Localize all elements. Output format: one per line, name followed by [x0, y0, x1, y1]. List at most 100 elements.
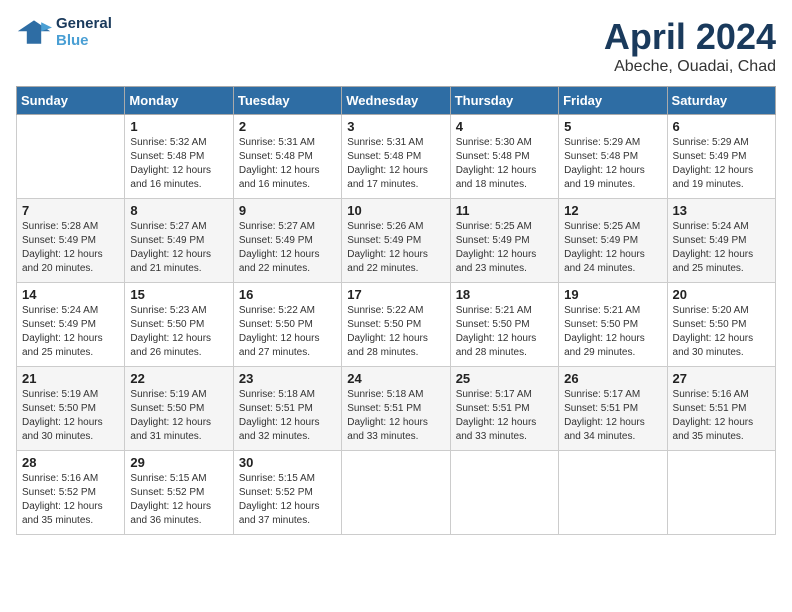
- day-info: Sunrise: 5:26 AM Sunset: 5:49 PM Dayligh…: [347, 220, 444, 276]
- day-number: 29: [130, 455, 227, 470]
- day-info: Sunrise: 5:32 AM Sunset: 5:48 PM Dayligh…: [130, 136, 227, 192]
- calendar-cell: 13 Sunrise: 5:24 AM Sunset: 5:49 PM Dayli…: [667, 199, 775, 283]
- day-info: Sunrise: 5:18 AM Sunset: 5:51 PM Dayligh…: [239, 388, 336, 444]
- calendar-cell: 15 Sunrise: 5:23 AM Sunset: 5:50 PM Dayli…: [125, 283, 233, 367]
- calendar-cell: 16 Sunrise: 5:22 AM Sunset: 5:50 PM Dayli…: [233, 283, 341, 367]
- calendar-week-2: 7Sunrise: 5:28 AM Sunset: 5:49 PM Daylig…: [17, 199, 776, 283]
- column-header-friday: Friday: [559, 87, 667, 115]
- day-info: Sunrise: 5:31 AM Sunset: 5:48 PM Dayligh…: [239, 136, 336, 192]
- calendar-cell: [450, 451, 558, 535]
- day-info: Sunrise: 5:29 AM Sunset: 5:48 PM Dayligh…: [564, 136, 661, 192]
- day-number: 1: [130, 119, 227, 134]
- day-number: 9: [239, 203, 336, 218]
- day-number: 10: [347, 203, 444, 218]
- calendar-cell: 25Sunrise: 5:17 AM Sunset: 5:51 PM Dayli…: [450, 367, 558, 451]
- day-info: Sunrise: 5:16 AM Sunset: 5:51 PM Dayligh…: [673, 388, 770, 444]
- day-info: Sunrise: 5:24 AM Sunset: 5:49 PM Dayligh…: [673, 220, 770, 276]
- logo-text-line1: General: [56, 16, 112, 33]
- calendar-cell: 29 Sunrise: 5:15 AM Sunset: 5:52 PM Dayli…: [125, 451, 233, 535]
- day-number: 12: [564, 203, 661, 218]
- day-number: 6: [673, 119, 770, 134]
- calendar-cell: 8 Sunrise: 5:27 AM Sunset: 5:49 PM Daylig…: [125, 199, 233, 283]
- day-info: Sunrise: 5:27 AM Sunset: 5:49 PM Dayligh…: [130, 220, 227, 276]
- calendar-table: SundayMondayTuesdayWednesdayThursdayFrid…: [16, 86, 776, 535]
- calendar-cell: 14 Sunrise: 5:24 AM Sunset: 5:49 PM Dayli…: [17, 283, 125, 367]
- day-number: 3: [347, 119, 444, 134]
- calendar-cell: 10 Sunrise: 5:26 AM Sunset: 5:49 PM Dayli…: [342, 199, 450, 283]
- day-info: Sunrise: 5:21 AM Sunset: 5:50 PM Dayligh…: [456, 304, 553, 360]
- day-number: 26: [564, 371, 661, 386]
- calendar-cell: 24Sunrise: 5:18 AM Sunset: 5:51 PM Dayli…: [342, 367, 450, 451]
- calendar-cell: [559, 451, 667, 535]
- day-info: Sunrise: 5:30 AM Sunset: 5:48 PM Dayligh…: [456, 136, 553, 192]
- column-header-monday: Monday: [125, 87, 233, 115]
- day-number: 5: [564, 119, 661, 134]
- logo-text-line2: Blue: [56, 33, 112, 50]
- calendar-week-1: 1 Sunrise: 5:32 AM Sunset: 5:48 PM Daylig…: [17, 115, 776, 199]
- calendar-cell: 20 Sunrise: 5:20 AM Sunset: 5:50 PM Dayli…: [667, 283, 775, 367]
- calendar-cell: 30 Sunrise: 5:15 AM Sunset: 5:52 PM Dayli…: [233, 451, 341, 535]
- day-number: 2: [239, 119, 336, 134]
- calendar-cell: 2 Sunrise: 5:31 AM Sunset: 5:48 PM Daylig…: [233, 115, 341, 199]
- calendar-cell: 22Sunrise: 5:19 AM Sunset: 5:50 PM Dayli…: [125, 367, 233, 451]
- calendar-cell: 12 Sunrise: 5:25 AM Sunset: 5:49 PM Dayli…: [559, 199, 667, 283]
- day-number: 22: [130, 371, 227, 386]
- day-info: Sunrise: 5:29 AM Sunset: 5:49 PM Dayligh…: [673, 136, 770, 192]
- day-number: 18: [456, 287, 553, 302]
- calendar-cell: 11 Sunrise: 5:25 AM Sunset: 5:49 PM Dayli…: [450, 199, 558, 283]
- logo: General Blue: [16, 16, 112, 49]
- calendar-cell: [17, 115, 125, 199]
- calendar-cell: 7Sunrise: 5:28 AM Sunset: 5:49 PM Daylig…: [17, 199, 125, 283]
- day-info: Sunrise: 5:16 AM Sunset: 5:52 PM Dayligh…: [22, 472, 119, 528]
- calendar-week-3: 14 Sunrise: 5:24 AM Sunset: 5:49 PM Dayli…: [17, 283, 776, 367]
- day-number: 27: [673, 371, 770, 386]
- day-number: 4: [456, 119, 553, 134]
- calendar-header-row: SundayMondayTuesdayWednesdayThursdayFrid…: [17, 87, 776, 115]
- day-info: Sunrise: 5:15 AM Sunset: 5:52 PM Dayligh…: [239, 472, 336, 528]
- day-number: 14: [22, 287, 119, 302]
- day-info: Sunrise: 5:22 AM Sunset: 5:50 PM Dayligh…: [347, 304, 444, 360]
- day-info: Sunrise: 5:15 AM Sunset: 5:52 PM Dayligh…: [130, 472, 227, 528]
- calendar-cell: 3Sunrise: 5:31 AM Sunset: 5:48 PM Daylig…: [342, 115, 450, 199]
- calendar-cell: 23Sunrise: 5:18 AM Sunset: 5:51 PM Dayli…: [233, 367, 341, 451]
- day-number: 20: [673, 287, 770, 302]
- day-number: 28: [22, 455, 119, 470]
- day-number: 16: [239, 287, 336, 302]
- calendar-cell: [342, 451, 450, 535]
- calendar-cell: [667, 451, 775, 535]
- title-block: April 2024 Abeche, Ouadai, Chad: [604, 16, 776, 76]
- calendar-cell: 9Sunrise: 5:27 AM Sunset: 5:49 PM Daylig…: [233, 199, 341, 283]
- day-number: 11: [456, 203, 553, 218]
- calendar-week-4: 21Sunrise: 5:19 AM Sunset: 5:50 PM Dayli…: [17, 367, 776, 451]
- calendar-cell: 27 Sunrise: 5:16 AM Sunset: 5:51 PM Dayli…: [667, 367, 775, 451]
- column-header-wednesday: Wednesday: [342, 87, 450, 115]
- column-header-saturday: Saturday: [667, 87, 775, 115]
- calendar-cell: 1 Sunrise: 5:32 AM Sunset: 5:48 PM Daylig…: [125, 115, 233, 199]
- location-label: Abeche, Ouadai, Chad: [604, 58, 776, 76]
- day-number: 15: [130, 287, 227, 302]
- day-number: 8: [130, 203, 227, 218]
- day-number: 24: [347, 371, 444, 386]
- day-number: 30: [239, 455, 336, 470]
- day-info: Sunrise: 5:23 AM Sunset: 5:50 PM Dayligh…: [130, 304, 227, 360]
- day-info: Sunrise: 5:21 AM Sunset: 5:50 PM Dayligh…: [564, 304, 661, 360]
- day-info: Sunrise: 5:24 AM Sunset: 5:49 PM Dayligh…: [22, 304, 119, 360]
- calendar-cell: 19 Sunrise: 5:21 AM Sunset: 5:50 PM Dayli…: [559, 283, 667, 367]
- column-header-thursday: Thursday: [450, 87, 558, 115]
- calendar-cell: 17Sunrise: 5:22 AM Sunset: 5:50 PM Dayli…: [342, 283, 450, 367]
- column-header-sunday: Sunday: [17, 87, 125, 115]
- day-number: 19: [564, 287, 661, 302]
- day-number: 13: [673, 203, 770, 218]
- page-header: General Blue April 2024 Abeche, Ouadai, …: [16, 16, 776, 76]
- calendar-cell: 21Sunrise: 5:19 AM Sunset: 5:50 PM Dayli…: [17, 367, 125, 451]
- day-info: Sunrise: 5:25 AM Sunset: 5:49 PM Dayligh…: [456, 220, 553, 276]
- day-info: Sunrise: 5:25 AM Sunset: 5:49 PM Dayligh…: [564, 220, 661, 276]
- calendar-cell: 18 Sunrise: 5:21 AM Sunset: 5:50 PM Dayli…: [450, 283, 558, 367]
- day-info: Sunrise: 5:22 AM Sunset: 5:50 PM Dayligh…: [239, 304, 336, 360]
- calendar-cell: 5 Sunrise: 5:29 AM Sunset: 5:48 PM Daylig…: [559, 115, 667, 199]
- day-info: Sunrise: 5:20 AM Sunset: 5:50 PM Dayligh…: [673, 304, 770, 360]
- calendar-cell: 26 Sunrise: 5:17 AM Sunset: 5:51 PM Dayli…: [559, 367, 667, 451]
- day-info: Sunrise: 5:17 AM Sunset: 5:51 PM Dayligh…: [564, 388, 661, 444]
- calendar-week-5: 28 Sunrise: 5:16 AM Sunset: 5:52 PM Dayli…: [17, 451, 776, 535]
- calendar-cell: 6 Sunrise: 5:29 AM Sunset: 5:49 PM Daylig…: [667, 115, 775, 199]
